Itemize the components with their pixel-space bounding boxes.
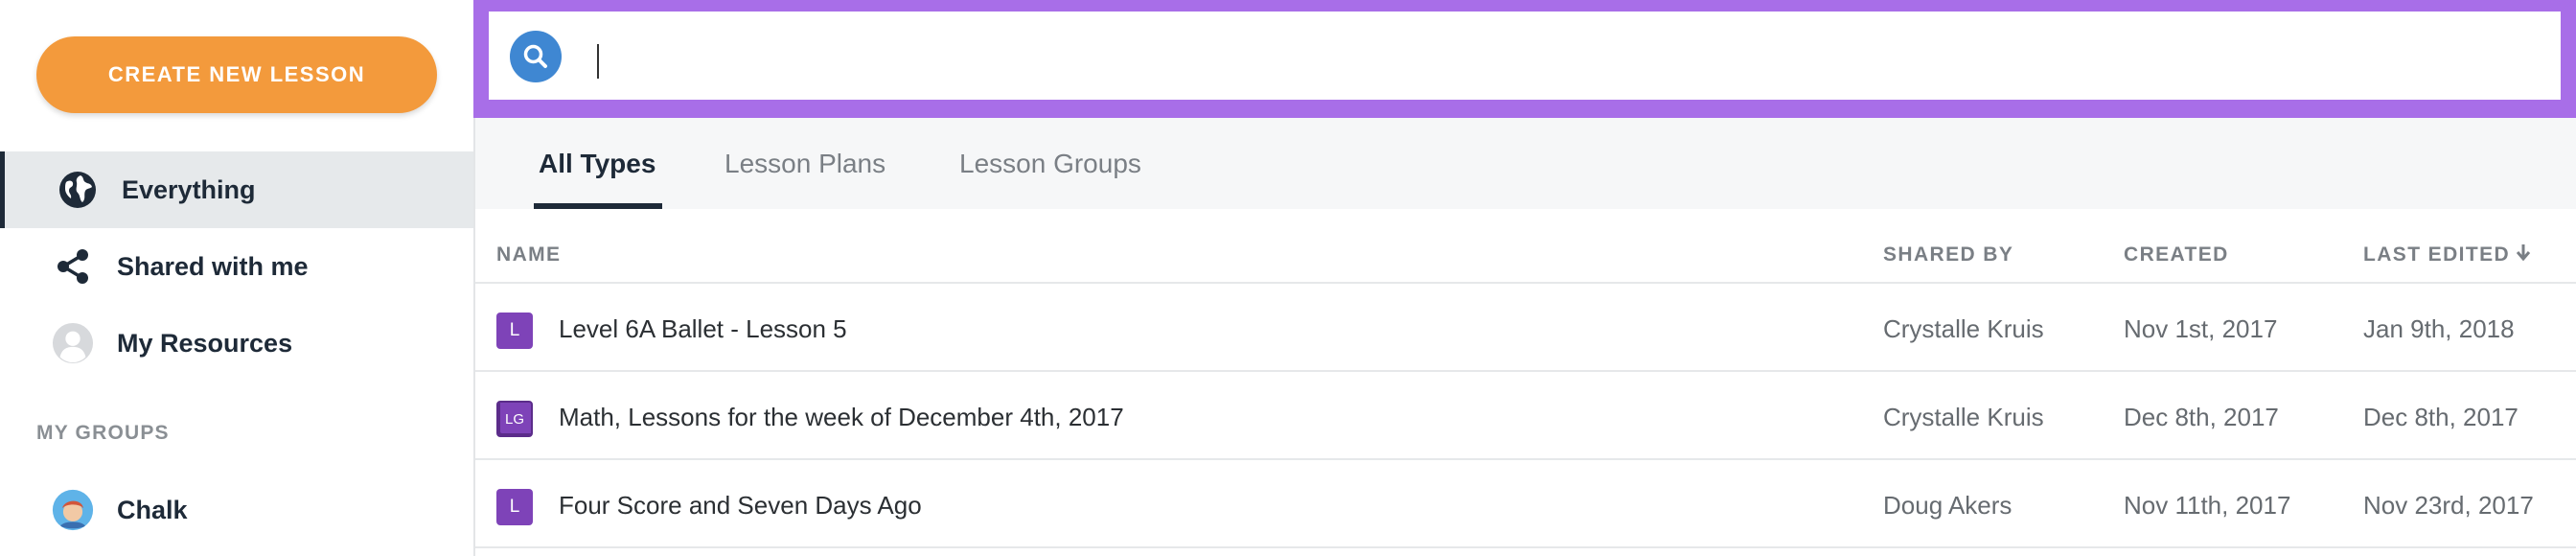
last-edited-date: Nov 23rd, 2017 bbox=[2363, 491, 2534, 520]
sidebar-item-label: Chalk bbox=[117, 495, 188, 524]
table-row[interactable]: L Four Score and Seven Days Ago Doug Ake… bbox=[475, 460, 2576, 548]
search-icon[interactable] bbox=[510, 31, 562, 82]
text-cursor bbox=[597, 44, 599, 79]
shared-by: Crystalle Kruis bbox=[1883, 403, 2044, 431]
sidebar-item-group-chalk[interactable]: Chalk bbox=[0, 472, 473, 548]
sidebar-item-everything[interactable]: Everything bbox=[0, 151, 473, 228]
lesson-name[interactable]: Math, Lessons for the week of December 4… bbox=[559, 403, 1124, 432]
globe-icon bbox=[57, 169, 99, 211]
column-header-label: LAST EDITED bbox=[2363, 243, 2511, 266]
created-date: Nov 1st, 2017 bbox=[2124, 314, 2278, 343]
create-new-lesson-button[interactable]: CREATE NEW LESSON bbox=[36, 36, 437, 113]
tab-all-types[interactable]: All Types bbox=[539, 118, 656, 209]
lesson-name[interactable]: Four Score and Seven Days Ago bbox=[559, 491, 922, 521]
sidebar-item-my-resources[interactable]: My Resources bbox=[0, 305, 473, 382]
search-bar bbox=[473, 0, 2576, 118]
column-header-created[interactable]: CREATED bbox=[2124, 243, 2229, 266]
column-header-shared-by[interactable]: SHARED BY bbox=[1883, 243, 2013, 266]
lesson-name[interactable]: Level 6A Ballet - Lesson 5 bbox=[559, 314, 847, 344]
table-row[interactable]: LG Math, Lessons for the week of Decembe… bbox=[475, 372, 2576, 460]
group-avatar-icon bbox=[52, 489, 94, 531]
lesson-group-badge: LG bbox=[496, 401, 533, 437]
lesson-type-badge: L bbox=[496, 313, 533, 349]
sidebar-item-shared-with-me[interactable]: Shared with me bbox=[0, 228, 473, 305]
share-icon bbox=[52, 245, 94, 288]
lesson-type-badge: L bbox=[496, 489, 533, 525]
search-field-container bbox=[489, 12, 2561, 100]
user-avatar-icon bbox=[52, 322, 94, 364]
active-tab-indicator bbox=[534, 203, 662, 209]
tab-lesson-groups[interactable]: Lesson Groups bbox=[959, 118, 1141, 209]
last-edited-date: Jan 9th, 2018 bbox=[2363, 314, 2515, 343]
table-row[interactable]: L Level 6A Ballet - Lesson 5 Crystalle K… bbox=[475, 284, 2576, 372]
search-input[interactable] bbox=[585, 27, 2520, 84]
sidebar-item-label: Shared with me bbox=[117, 251, 309, 281]
sidebar-item-label: Everything bbox=[122, 174, 256, 204]
sidebar: CREATE NEW LESSON Everything Shared with… bbox=[0, 0, 475, 556]
column-header-last-edited[interactable]: LAST EDITED bbox=[2363, 243, 2531, 266]
last-edited-date: Dec 8th, 2017 bbox=[2363, 403, 2518, 431]
sidebar-item-label: My Resources bbox=[117, 328, 293, 358]
created-date: Nov 11th, 2017 bbox=[2124, 491, 2291, 520]
my-groups-heading: MY GROUPS bbox=[36, 422, 170, 444]
type-tabs: All Types Lesson Plans Lesson Groups bbox=[475, 118, 2576, 209]
created-date: Dec 8th, 2017 bbox=[2124, 403, 2279, 431]
column-header-name[interactable]: NAME bbox=[496, 243, 561, 266]
shared-by: Doug Akers bbox=[1883, 491, 2012, 520]
shared-by: Crystalle Kruis bbox=[1883, 314, 2044, 343]
arrow-down-icon bbox=[2516, 243, 2531, 266]
tab-lesson-plans[interactable]: Lesson Plans bbox=[724, 118, 886, 209]
